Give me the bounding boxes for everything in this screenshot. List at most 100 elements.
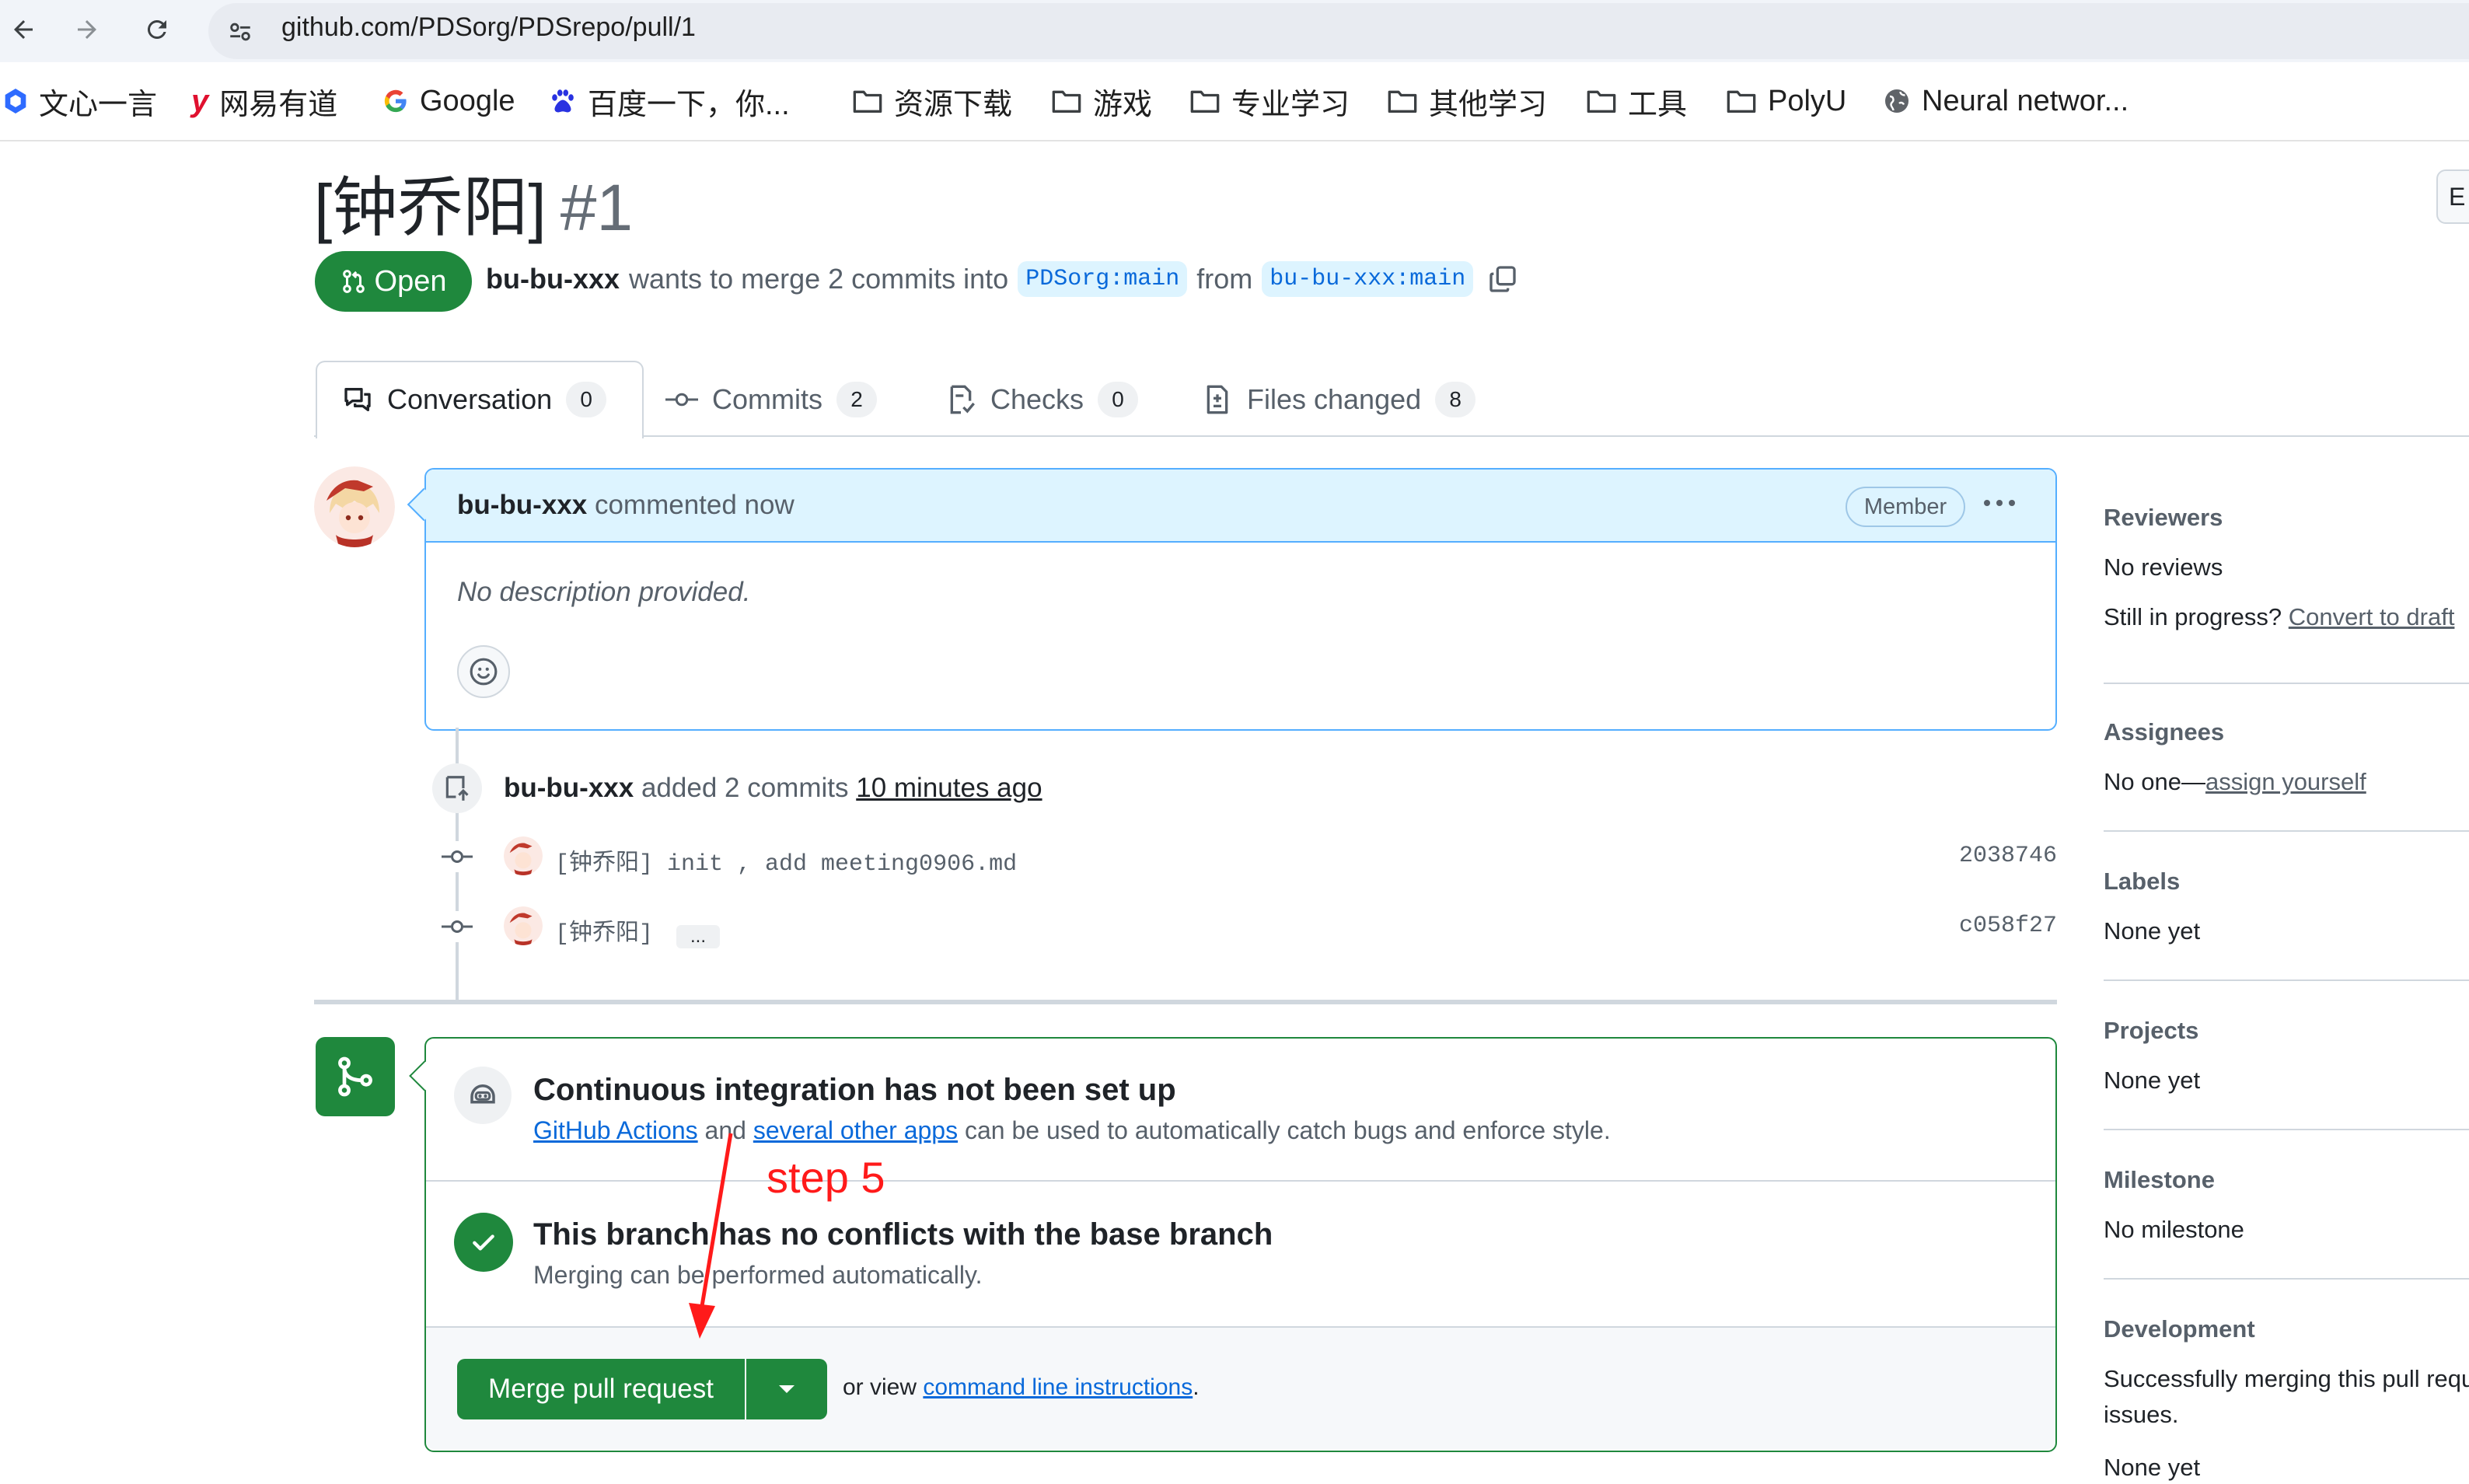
member-badge: Member bbox=[1846, 487, 1965, 527]
merge-pull-request-button[interactable]: Merge pull request bbox=[457, 1359, 745, 1419]
bookmark-folder-games[interactable]: 游戏 bbox=[1051, 79, 1152, 123]
commit-sha-link[interactable]: c058f27 bbox=[1959, 913, 2057, 939]
commit-icon bbox=[665, 388, 698, 411]
sidebar-assignees-title[interactable]: Assignees bbox=[2104, 718, 2224, 746]
robot-icon bbox=[454, 1067, 512, 1124]
file-diff-icon bbox=[1202, 384, 1233, 415]
bookmark-google[interactable]: Google bbox=[382, 79, 515, 123]
timeline-time-link[interactable]: 10 minutes ago bbox=[856, 773, 1042, 803]
head-branch-label[interactable]: bu-bu-xxx:main bbox=[1262, 261, 1474, 297]
commit-sha-link[interactable]: 2038746 bbox=[1959, 843, 2057, 869]
sidebar-development-line2: issues. bbox=[2104, 1401, 2179, 1428]
back-arrow-icon[interactable] bbox=[0, 6, 47, 53]
commit-icon bbox=[442, 841, 473, 872]
url-text[interactable]: github.com/PDSorg/PDSrepo/pull/1 bbox=[281, 12, 696, 43]
copy-icon[interactable] bbox=[1487, 264, 1518, 295]
sidebar-projects-value: None yet bbox=[2104, 1067, 2201, 1094]
triangle-down-icon bbox=[777, 1383, 797, 1395]
bookmark-folder-tools[interactable]: 工具 bbox=[1586, 79, 1687, 123]
folder-icon bbox=[1586, 88, 1617, 114]
comment-author-line: bu-bu-xxx commented now bbox=[457, 490, 794, 520]
avatar[interactable] bbox=[314, 466, 395, 547]
base-branch-label[interactable]: PDSorg:main bbox=[1018, 261, 1188, 297]
sidebar-projects-title[interactable]: Projects bbox=[2104, 1017, 2198, 1045]
pr-author-link[interactable]: bu-bu-xxx bbox=[486, 263, 620, 295]
google-icon bbox=[382, 88, 409, 114]
sidebar-reviewers-title[interactable]: Reviewers bbox=[2104, 504, 2223, 532]
comment-author-link[interactable]: bu-bu-xxx bbox=[457, 490, 587, 520]
pr-state-badge: Open bbox=[315, 251, 472, 312]
sidebar-divider bbox=[2104, 683, 2469, 684]
bookmark-folder-downloads[interactable]: 资源下载 bbox=[852, 79, 1012, 123]
sidebar-milestone-value: No milestone bbox=[2104, 1216, 2244, 1243]
tab-conversation[interactable]: Conversation 0 bbox=[342, 378, 607, 421]
tab-counter: 2 bbox=[836, 382, 877, 417]
command-line-instructions-link[interactable]: command line instructions bbox=[923, 1374, 1193, 1400]
ci-status-description: GitHub Actions and several other apps ca… bbox=[533, 1116, 1611, 1144]
bookmark-wenxin[interactable]: 文心一言 bbox=[3, 79, 157, 123]
folder-icon bbox=[1189, 88, 1221, 114]
merge-box-divider bbox=[426, 1180, 2055, 1182]
tab-files-changed[interactable]: Files changed 8 bbox=[1202, 378, 1476, 421]
commit-avatar[interactable] bbox=[504, 906, 543, 945]
check-icon bbox=[454, 1213, 513, 1272]
pr-meta: bu-bu-xxx wants to merge 2 commits into … bbox=[486, 261, 1518, 297]
timeline-commits-event: bu-bu-xxx added 2 commits 10 minutes ago bbox=[504, 773, 1042, 803]
comment-body: No description provided. bbox=[457, 577, 751, 607]
merge-method-dropdown[interactable] bbox=[746, 1359, 827, 1419]
step-annotation-label: step 5 bbox=[767, 1153, 885, 1202]
sidebar-development-value: None yet bbox=[2104, 1454, 2201, 1481]
conversation-icon bbox=[342, 384, 373, 415]
sidebar-reviewers-value: No reviews bbox=[2104, 553, 2223, 581]
forward-arrow-icon[interactable] bbox=[64, 6, 110, 53]
commit-expand-button[interactable]: ... bbox=[676, 925, 720, 948]
commit-icon bbox=[442, 911, 473, 942]
other-apps-link[interactable]: several other apps bbox=[753, 1116, 958, 1144]
github-actions-link[interactable]: GitHub Actions bbox=[533, 1116, 698, 1144]
checklist-icon bbox=[945, 384, 976, 415]
tab-checks[interactable]: Checks 0 bbox=[945, 378, 1139, 421]
tab-commits[interactable]: Commits 2 bbox=[665, 378, 877, 421]
bookmark-neural-network[interactable]: Neural networ... bbox=[1883, 79, 2129, 123]
sidebar-divider bbox=[2104, 830, 2469, 832]
sidebar-assignees-line: No one—assign yourself bbox=[2104, 768, 2366, 795]
bookmark-youdao[interactable]: y 网易有道 bbox=[191, 79, 337, 123]
smiley-icon[interactable] bbox=[457, 645, 510, 698]
sidebar-labels-title[interactable]: Labels bbox=[2104, 868, 2180, 896]
tab-counter: 8 bbox=[1435, 382, 1476, 417]
edit-title-button[interactable]: E bbox=[2436, 169, 2469, 224]
git-pull-request-icon bbox=[340, 268, 367, 295]
sidebar-development-line1: Successfully merging this pull reque bbox=[2104, 1365, 2469, 1392]
baidu-icon bbox=[549, 87, 577, 115]
tab-counter: 0 bbox=[1098, 382, 1139, 417]
pr-number: #1 bbox=[560, 171, 634, 244]
assign-yourself-link[interactable]: assign yourself bbox=[2205, 768, 2366, 795]
command-line-hint: or view command line instructions. bbox=[843, 1374, 1200, 1400]
sidebar-draft-line: Still in progress? Convert to draft bbox=[2104, 603, 2455, 630]
ci-status-title: Continuous integration has not been set … bbox=[533, 1073, 1176, 1107]
bookmark-folder-study[interactable]: 专业学习 bbox=[1189, 79, 1350, 123]
tab-counter: 0 bbox=[566, 382, 607, 417]
folder-icon bbox=[1387, 88, 1418, 114]
sidebar-milestone-title[interactable]: Milestone bbox=[2104, 1166, 2215, 1194]
folder-icon bbox=[852, 88, 883, 114]
globe-icon bbox=[1883, 87, 1911, 115]
repo-push-icon bbox=[432, 763, 482, 813]
convert-to-draft-link[interactable]: Convert to draft bbox=[2289, 603, 2455, 630]
conflict-status-title: This branch has no conflicts with the ba… bbox=[533, 1217, 1273, 1252]
bookmark-folder-polyu[interactable]: PolyU bbox=[1726, 79, 1846, 123]
commit-message-link[interactable]: [钟乔阳] init , add meeting0906.md bbox=[555, 843, 1017, 878]
commit-message-link[interactable]: [钟乔阳] bbox=[555, 913, 653, 948]
wenxin-icon bbox=[3, 87, 28, 115]
sidebar-divider bbox=[2104, 979, 2469, 981]
bookmark-baidu[interactable]: 百度一下，你... bbox=[549, 79, 790, 123]
kebab-menu-icon[interactable] bbox=[1976, 484, 2023, 522]
commit-avatar[interactable] bbox=[504, 836, 543, 875]
sidebar-development-title[interactable]: Development bbox=[2104, 1315, 2255, 1343]
site-settings-icon[interactable] bbox=[222, 14, 258, 50]
pr-title: [钟乔阳] #1 bbox=[314, 171, 634, 244]
reload-icon[interactable] bbox=[134, 6, 180, 53]
conflict-status-description: Merging can be performed automatically. bbox=[533, 1261, 983, 1289]
timeline-author-link[interactable]: bu-bu-xxx bbox=[504, 773, 634, 803]
bookmark-folder-other-study[interactable]: 其他学习 bbox=[1387, 79, 1547, 123]
